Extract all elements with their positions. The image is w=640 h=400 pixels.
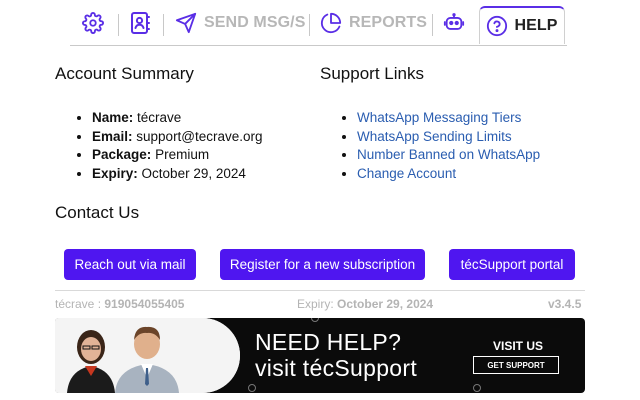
send-messages-tab[interactable]: SEND MSG/S (175, 8, 305, 38)
account-summary-title: Account Summary (55, 64, 194, 83)
reach-out-mail-button[interactable]: Reach out via mail (64, 249, 196, 280)
footer-username: técrave (55, 297, 95, 311)
email-value: support@tecrave.org (136, 128, 263, 144)
settings-tab[interactable] (82, 8, 104, 38)
name-label: Name: (92, 110, 134, 125)
nav-divider (163, 14, 164, 36)
tecsupport-portal-button[interactable]: técSupport portal (449, 249, 575, 280)
account-email-item: Email: support@tecrave.org (92, 128, 263, 147)
support-link-item: Change Account (357, 165, 540, 184)
contacts-tab[interactable] (130, 8, 150, 38)
number-banned-link[interactable]: Number Banned on WhatsApp (357, 147, 540, 162)
email-label: Email: (92, 128, 133, 144)
footer-version: v3.4.5 (548, 297, 581, 311)
top-nav: SEND MSG/S REPORTS HELP (0, 0, 640, 46)
banner-get-support-button[interactable]: GET SUPPORT (473, 356, 559, 374)
footer-user: técrave : 919054055405 (55, 297, 185, 311)
banner-photo (55, 318, 240, 393)
change-account-link[interactable]: Change Account (357, 166, 456, 181)
nav-divider-line (70, 45, 567, 46)
expiry-label: Expiry: (92, 166, 138, 182)
support-banner[interactable]: NEED HELP? visit técSupport VISIT US GET… (55, 318, 585, 393)
package-label: Package: (92, 147, 152, 163)
reports-label: REPORTS (349, 14, 428, 31)
help-tab[interactable]: HELP (479, 6, 565, 44)
contact-us-title: Contact Us (55, 203, 140, 222)
banner-subtitle: visit técSupport (255, 355, 418, 381)
gear-icon (82, 12, 104, 34)
sending-limits-link[interactable]: WhatsApp Sending Limits (357, 129, 512, 144)
footer-expiry-value: October 29, 2024 (337, 297, 434, 311)
footer-expiry-label: Expiry: (297, 297, 334, 311)
pie-chart-icon (320, 12, 342, 33)
banner-title: NEED HELP? (255, 329, 402, 355)
paper-plane-icon (175, 12, 197, 34)
support-link-item: WhatsApp Sending Limits (357, 128, 540, 147)
account-details-list: Name: técrave Email: support@tecrave.org… (73, 109, 263, 184)
nav-divider (432, 14, 433, 36)
account-expiry-item: Expiry: October 29, 2024 (92, 165, 263, 184)
name-value: técrave (137, 110, 182, 125)
footer-divider (55, 290, 585, 291)
send-messages-label: SEND MSG/S (204, 14, 306, 31)
help-label: HELP (514, 17, 558, 34)
robot-icon (443, 13, 465, 30)
nav-divider (118, 14, 119, 36)
banner-visit-us: VISIT US (492, 339, 543, 353)
reports-tab[interactable]: REPORTS (320, 8, 427, 38)
question-circle-icon (487, 15, 508, 37)
bot-tab[interactable] (443, 8, 465, 38)
support-links-list: WhatsApp Messaging Tiers WhatsApp Sendin… (338, 109, 540, 184)
support-links-title: Support Links (320, 64, 424, 83)
version-number: v3.4.5 (548, 297, 582, 311)
nav-divider (309, 14, 310, 36)
messaging-tiers-link[interactable]: WhatsApp Messaging Tiers (357, 110, 521, 125)
support-link-item: Number Banned on WhatsApp (357, 146, 540, 165)
footer-phone: 919054055405 (104, 297, 185, 311)
banner-decor-dot (473, 384, 481, 392)
register-subscription-button[interactable]: Register for a new subscription (220, 249, 425, 280)
expiry-value: October 29, 2024 (141, 166, 246, 182)
package-value: Premium (155, 147, 210, 163)
support-people-image (55, 318, 240, 393)
banner-decor-dot (311, 318, 319, 322)
footer-expiry: Expiry: October 29, 2024 (297, 297, 433, 311)
banner-decor-dot (248, 384, 256, 392)
support-link-item: WhatsApp Messaging Tiers (357, 109, 540, 128)
account-name-item: Name: técrave (92, 109, 263, 128)
account-package-item: Package: Premium (92, 146, 263, 165)
contact-book-icon (131, 12, 150, 34)
